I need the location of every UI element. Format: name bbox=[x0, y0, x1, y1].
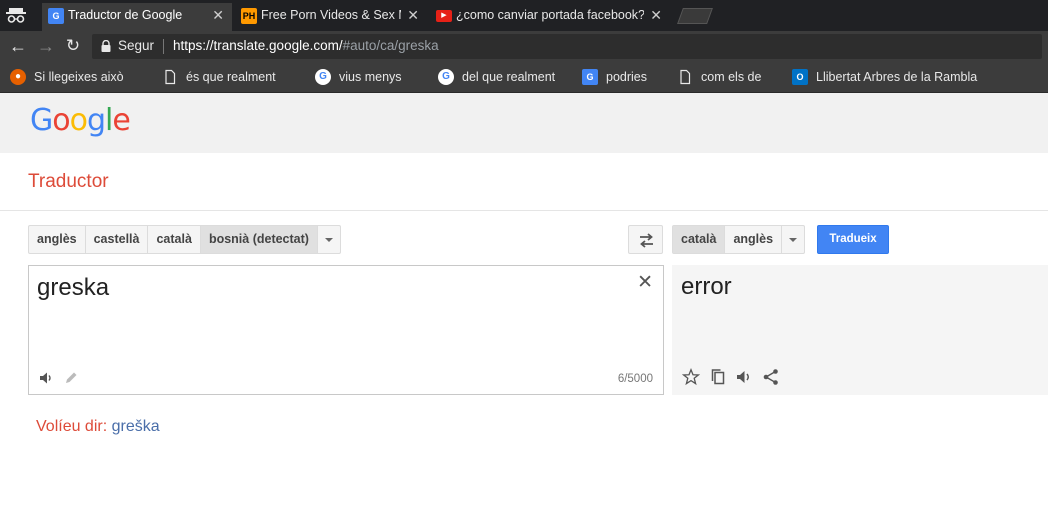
bookmark-item[interactable]: O Llibertat Arbres de la Rambla bbox=[792, 69, 977, 87]
address-bar[interactable]: Segur https://translate.google.com/#auto… bbox=[92, 34, 1042, 59]
url-separator bbox=[163, 39, 164, 54]
logo-letter: o bbox=[52, 103, 70, 138]
close-icon[interactable]: ✕ bbox=[212, 3, 224, 28]
incognito-icon bbox=[6, 8, 26, 23]
tab-youtube[interactable]: ▶ ¿como canviar portada facebook? - ✕ bbox=[430, 3, 670, 31]
google-header: Google bbox=[0, 93, 1048, 153]
bookmark-item[interactable]: G del que realment bbox=[438, 69, 555, 87]
google-icon: G bbox=[315, 69, 331, 85]
google-translate-icon: G bbox=[582, 69, 598, 85]
translation-result-area: error bbox=[672, 265, 1048, 395]
close-icon[interactable]: ✕ bbox=[637, 271, 653, 294]
source-lang-spanish[interactable]: castellà bbox=[86, 226, 149, 253]
tab-title: Free Porn Videos & Sex M bbox=[261, 8, 401, 22]
bookmark-label: vius menys bbox=[339, 70, 402, 84]
close-icon[interactable]: ✕ bbox=[407, 3, 419, 28]
source-lang-detected[interactable]: bosnià (detectat) bbox=[200, 226, 318, 253]
did-you-mean: Volíeu dir: greška bbox=[36, 418, 160, 436]
url-path: #auto/ca/greska bbox=[342, 38, 439, 53]
tab-strip: G Traductor de Google ✕ PH Free Porn Vid… bbox=[0, 0, 1048, 31]
sub-header: Traductor bbox=[0, 153, 1048, 211]
target-lang-english[interactable]: anglès bbox=[725, 226, 783, 253]
tab-second[interactable]: PH Free Porn Videos & Sex M ✕ bbox=[235, 3, 427, 31]
google-translate-icon: G bbox=[48, 8, 64, 24]
google-icon: G bbox=[438, 69, 454, 85]
did-you-mean-link[interactable]: greška bbox=[112, 418, 160, 435]
source-text-area[interactable]: greska ✕ 6/5000 bbox=[28, 265, 664, 395]
speaker-icon[interactable] bbox=[735, 368, 753, 386]
bookmark-item[interactable]: G vius menys bbox=[315, 69, 402, 87]
bookmark-item[interactable]: ● Si llegeixes això bbox=[10, 69, 124, 87]
lock-icon bbox=[101, 40, 111, 52]
bookmark-label: és que realment bbox=[186, 70, 276, 84]
secure-label: Segur bbox=[118, 38, 155, 53]
speaker-icon[interactable] bbox=[38, 370, 54, 386]
bookmark-item[interactable]: G podries bbox=[582, 69, 647, 87]
translation-text: error bbox=[681, 273, 732, 300]
forward-arrow-icon[interactable]: → bbox=[36, 36, 56, 56]
google-logo[interactable]: Google bbox=[30, 103, 131, 138]
page-title: Traductor bbox=[28, 171, 109, 192]
target-language-bar: català anglès bbox=[672, 225, 806, 254]
target-lang-catalan[interactable]: català bbox=[673, 226, 726, 253]
tab-title: ¿como canviar portada facebook? - bbox=[456, 8, 644, 22]
character-count: 6/5000 bbox=[617, 373, 653, 385]
new-tab-button[interactable] bbox=[677, 8, 713, 24]
reload-icon[interactable]: ↻ bbox=[63, 36, 83, 56]
firefox-icon: ● bbox=[10, 69, 26, 85]
swap-languages-button[interactable] bbox=[628, 225, 663, 254]
share-icon[interactable] bbox=[762, 368, 780, 386]
bookmarks-bar: ● Si llegeixes això és que realment G vi… bbox=[0, 62, 1048, 93]
bookmark-label: Llibertat Arbres de la Rambla bbox=[816, 70, 978, 84]
page-icon bbox=[680, 69, 691, 85]
tab-title: Traductor de Google bbox=[68, 8, 183, 22]
translate-button[interactable]: Tradueix bbox=[817, 225, 889, 254]
logo-letter: g bbox=[86, 103, 106, 138]
swap-icon bbox=[640, 233, 653, 248]
logo-letter: G bbox=[30, 103, 53, 138]
chevron-down-icon[interactable] bbox=[782, 226, 804, 253]
url-text: https://translate.google.com/#auto/ca/gr… bbox=[173, 38, 439, 53]
site-favicon: PH bbox=[241, 8, 257, 24]
source-lang-english[interactable]: anglès bbox=[29, 226, 86, 253]
browser-toolbar: ← → ↻ Segur https://translate.google.com… bbox=[0, 31, 1048, 62]
page-icon bbox=[165, 69, 176, 85]
star-icon[interactable] bbox=[682, 368, 700, 386]
back-arrow-icon[interactable]: ← bbox=[8, 36, 28, 56]
logo-letter: o bbox=[69, 103, 88, 138]
logo-letter: e bbox=[112, 103, 130, 138]
close-icon[interactable]: ✕ bbox=[650, 3, 662, 28]
outlook-icon: O bbox=[792, 69, 808, 85]
url-host: https://translate.google.com/ bbox=[173, 38, 343, 53]
pencil-icon[interactable] bbox=[63, 370, 79, 386]
copy-icon[interactable] bbox=[709, 368, 727, 386]
source-language-bar: anglès castellà català bosnià (detectat) bbox=[28, 225, 341, 254]
did-you-mean-label: Volíeu dir: bbox=[36, 418, 108, 435]
tab-traductor[interactable]: G Traductor de Google ✕ bbox=[42, 3, 232, 31]
bookmark-label: Si llegeixes això bbox=[34, 70, 124, 84]
bookmark-label: podries bbox=[606, 70, 647, 84]
bookmark-item[interactable]: és que realment bbox=[162, 69, 276, 87]
bookmark-label: del que realment bbox=[462, 70, 556, 84]
source-lang-catalan[interactable]: català bbox=[148, 226, 201, 253]
youtube-icon: ▶ bbox=[436, 10, 452, 22]
source-text[interactable]: greska bbox=[37, 274, 109, 302]
bookmark-label: com els de bbox=[701, 70, 762, 84]
chevron-down-icon[interactable] bbox=[318, 226, 340, 253]
bookmark-item[interactable]: com els de bbox=[677, 69, 761, 87]
